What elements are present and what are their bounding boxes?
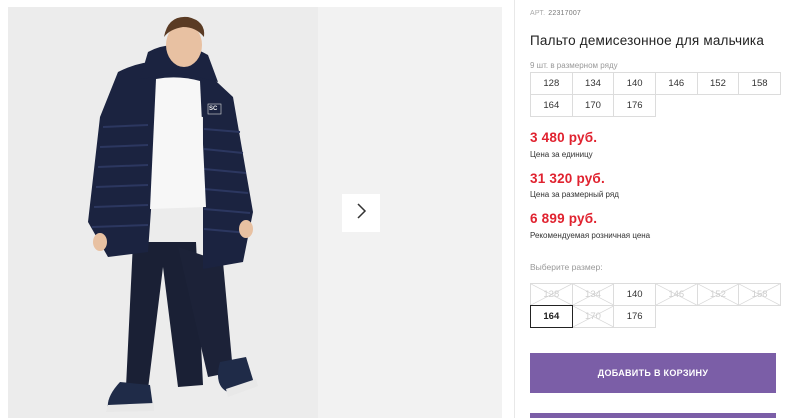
- size-option-164[interactable]: 164: [530, 305, 573, 328]
- size-option-134: 134: [571, 283, 615, 306]
- size-option-label: 176: [626, 311, 643, 322]
- pack-size-cell: 128: [530, 72, 573, 95]
- secondary-action-button[interactable]: [530, 413, 776, 418]
- product-photo[interactable]: SC: [8, 7, 318, 418]
- pack-size-cell: 164: [530, 94, 573, 117]
- logo-badge-text: SC: [209, 106, 218, 112]
- article-label: АРТ.: [530, 10, 546, 17]
- size-option-label: 170: [585, 311, 601, 322]
- unit-price-note: Цена за единицу: [530, 150, 593, 159]
- product-page: SC АРТ. 22317007 Пальто демисезонное для …: [0, 0, 800, 418]
- size-option-152: 152: [696, 283, 740, 306]
- retail-price: 6 899 руб.: [530, 211, 598, 226]
- size-option-label: 152: [710, 289, 726, 300]
- size-option-146: 146: [654, 283, 698, 306]
- size-option-140[interactable]: 140: [613, 283, 656, 306]
- pack-note: 9 шт. в размерном ряду: [530, 61, 618, 70]
- pack-size-grid: 128 134 140 146 152 158 164 170 176: [530, 72, 781, 117]
- pack-size-cell: 146: [654, 72, 698, 95]
- pack-price: 31 320 руб.: [530, 171, 605, 186]
- size-option-label: 134: [585, 289, 601, 300]
- chevron-right-icon: [355, 202, 367, 224]
- article-number: АРТ. 22317007: [530, 10, 581, 17]
- column-divider: [514, 0, 515, 418]
- size-option-170: 170: [571, 305, 615, 328]
- size-option-label: 128: [543, 289, 560, 300]
- pack-price-note: Цена за размерный ряд: [530, 190, 619, 199]
- size-option-128: 128: [530, 283, 573, 306]
- gallery-next-button[interactable]: [342, 194, 380, 232]
- size-option-176[interactable]: 176: [613, 305, 656, 328]
- pack-size-cell: 140: [613, 72, 656, 95]
- size-option-label: 140: [626, 289, 643, 300]
- size-option-label: 158: [751, 289, 768, 300]
- pack-size-cell: 158: [738, 72, 781, 95]
- size-option-label: 164: [543, 311, 560, 322]
- article-value: 22317007: [548, 10, 582, 17]
- pack-size-cell: 152: [696, 72, 740, 95]
- size-selector: 128 134 140 146 152 158 164 170 176: [530, 283, 781, 328]
- choose-size-label: Выберите размер:: [530, 262, 603, 272]
- size-option-158: 158: [738, 283, 781, 306]
- unit-price: 3 480 руб.: [530, 130, 598, 145]
- pack-size-cell: 134: [571, 72, 615, 95]
- size-option-label: 146: [668, 289, 685, 300]
- pack-size-cell: 176: [613, 94, 656, 117]
- product-gallery: SC: [8, 7, 502, 418]
- product-title: Пальто демисезонное для мальчика: [530, 33, 765, 48]
- pack-size-cell: 170: [571, 94, 615, 117]
- retail-price-note: Рекомендуемая розничная цена: [530, 231, 651, 240]
- add-to-cart-button[interactable]: ДОБАВИТЬ В КОРЗИНУ: [530, 353, 776, 393]
